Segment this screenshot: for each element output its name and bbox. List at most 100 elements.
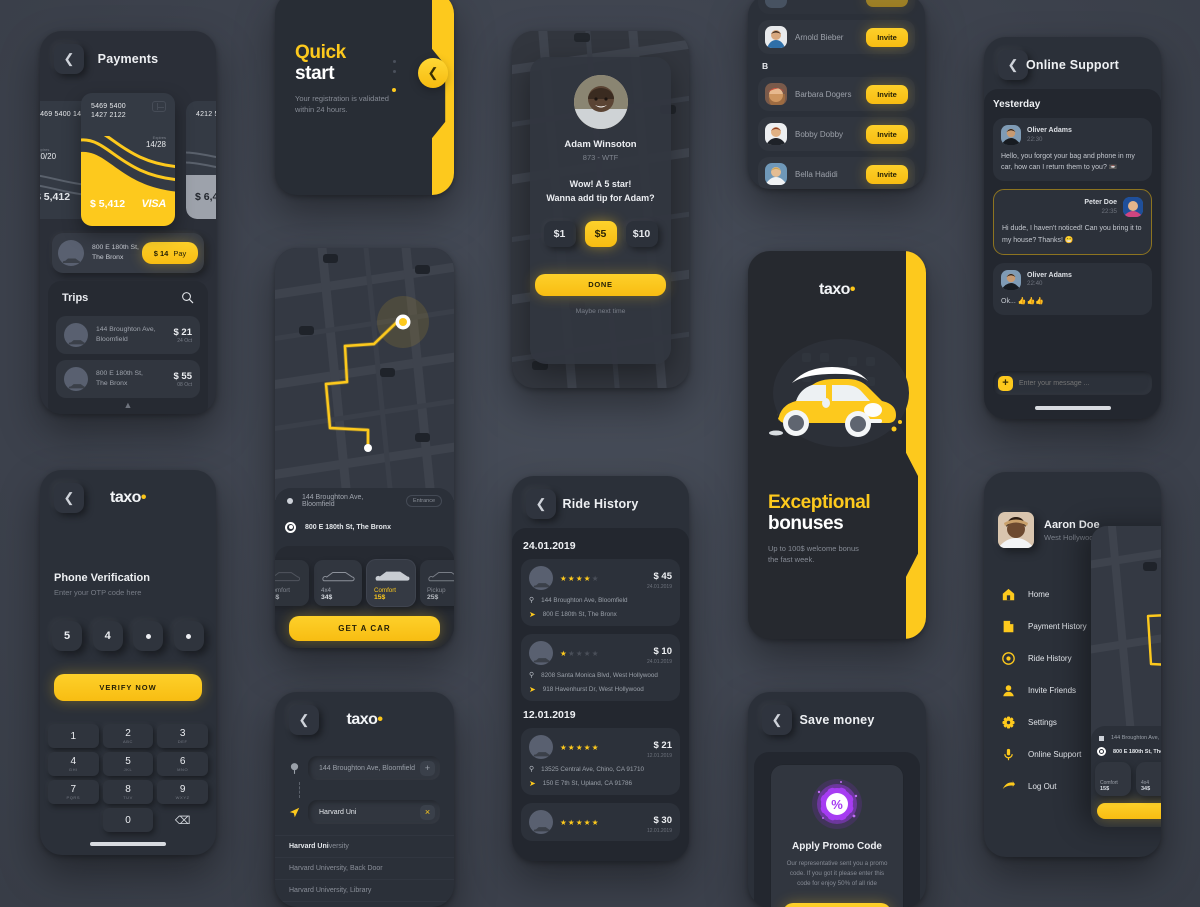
message-input[interactable] (1019, 379, 1147, 387)
chat-message[interactable]: Oliver Adams 22:30 Hello, you forgot you… (993, 118, 1152, 182)
entrance-chip[interactable]: Entrance (405, 495, 442, 507)
back-button[interactable]: ❮ (998, 50, 1028, 80)
key-7[interactable]: 7 PQRS (48, 780, 99, 804)
contact-row[interactable]: Bobby Dobby Invite (758, 117, 915, 151)
onboarding-body: ❮ taxo• (748, 251, 926, 639)
trips-header: Trips (56, 289, 200, 310)
peek-car-tile[interactable]: 4x4 34$ (1136, 762, 1161, 796)
credit-card-active[interactable]: 5469 5400 1427 2122 Expires 14/28 $ 5,41… (81, 93, 175, 226)
message-input-bar[interactable]: + (993, 371, 1152, 395)
navigation-arrow-icon: ➤ (529, 685, 536, 694)
chat-message-own[interactable]: Peter Doe 22:35 Hi dude, I haven't notic… (993, 189, 1152, 255)
key-4[interactable]: 4 GHI (48, 752, 99, 776)
suggestion-item[interactable]: Harvard University, Main Entrance (275, 901, 454, 907)
message-header: Oliver Adams 22:40 (1001, 269, 1144, 290)
close-icon[interactable]: × (420, 804, 435, 820)
otp-digit-1[interactable]: 5 (52, 621, 82, 651)
ride-to: ➤ 800 E 180th St, The Bronx (529, 610, 617, 619)
invite-button[interactable]: Invite (866, 0, 908, 7)
to-field[interactable]: Harvard Uni × (308, 800, 440, 824)
search-icon[interactable] (181, 291, 194, 304)
trip-row[interactable]: 800 E 180th St, The Bronx $ 55 08 Oct (56, 360, 200, 398)
key-5[interactable]: 5 JKL (102, 752, 154, 776)
peek-get-a-car-button[interactable] (1097, 803, 1161, 819)
key-backspace[interactable]: ⌫ (157, 808, 208, 832)
car-type-peek[interactable]: Comfort 15$ (275, 560, 309, 606)
credit-card-carousel[interactable]: 5469 5400 1427 2122 Expires 10/20 $ 5,41… (40, 93, 216, 226)
invite-button[interactable]: Invite (866, 27, 908, 47)
contact-row[interactable]: Barbara Dogers Invite (758, 77, 915, 111)
tip-option-10[interactable]: $10 (625, 220, 658, 247)
peek-car-tile[interactable]: Comfort 15$ (1095, 762, 1131, 796)
verify-now-button[interactable]: VERIFY NOW (54, 674, 202, 701)
car-type-comfort-selected[interactable]: Comfort 15$ (367, 560, 415, 606)
key-1[interactable]: 1 (48, 724, 99, 748)
pay-button[interactable]: $ 14 Pay (142, 242, 198, 264)
key-9[interactable]: 9 WXYZ (157, 780, 208, 804)
map-view[interactable] (275, 248, 454, 519)
car-icon (533, 752, 550, 757)
chat-message[interactable]: Oliver Adams 22:40 Ok... 👍👍👍 (993, 262, 1152, 315)
done-button[interactable]: DONE (535, 273, 666, 296)
trip-row[interactable]: 144 Broughton Ave, Bloomfield $ 21 24 Oc… (56, 316, 200, 354)
skip-link[interactable]: Maybe next time (576, 308, 626, 315)
key-8[interactable]: 8 TUV (102, 780, 154, 804)
back-button[interactable]: ❮ (54, 44, 84, 74)
ride-price: $ 45 24.01.2019 (646, 571, 672, 590)
suggestion-item[interactable]: Harvard University, Back Door (275, 857, 454, 879)
invite-button[interactable]: Invite (866, 84, 908, 104)
ride-row[interactable]: ★★★★★ $ 10 24.01.2019 ⚲ 8208 Santa Monic… (521, 634, 680, 701)
contact-row[interactable]: Arnold Bieber Invite (758, 20, 915, 54)
pager-dot (393, 60, 396, 63)
ride-price: $ 21 12.01.2019 (646, 740, 672, 759)
plus-icon[interactable]: + (420, 760, 435, 776)
from-address-row[interactable]: 144 Broughton Ave, Bloomfield Entrance (275, 488, 454, 514)
avatar-photo (765, 123, 787, 145)
back-button[interactable]: ❮ (526, 489, 556, 519)
plus-icon[interactable]: + (998, 375, 1013, 391)
onboarding-next-button[interactable]: ❮ (418, 58, 448, 88)
get-a-car-button[interactable]: GET A CAR (289, 616, 440, 641)
key-2[interactable]: 2 ABC (102, 724, 154, 748)
avatar-photo (765, 83, 787, 105)
otp-digit-3[interactable] (133, 621, 164, 651)
key-0[interactable]: 0 (102, 808, 154, 832)
ride-date: 24.01.2019 (646, 584, 672, 590)
suggestion-item[interactable]: Harvard University (275, 835, 454, 857)
invite-button[interactable]: Invite (866, 124, 908, 144)
invite-button[interactable]: Invite (866, 164, 908, 184)
verification-header: ❮ taxo• (40, 470, 216, 526)
chevron-up-icon[interactable]: ▲ (56, 400, 200, 410)
message-time: 22:40 (1027, 280, 1043, 288)
ride-row[interactable]: ★★★★★ $ 21 12.01.2019 ⚲ 13525 Central Av… (521, 728, 680, 795)
ride-row[interactable]: ★★★★★ $ 45 24.01.2019 ⚲ 144 Broughton Av… (521, 559, 680, 626)
avatar[interactable] (998, 512, 1034, 548)
car-type-4x4[interactable]: 4x4 34$ (314, 560, 362, 606)
tip-options: $1 $5 $10 (543, 220, 658, 247)
card-footer: $ 6,412 (186, 175, 216, 219)
tip-question-line1: Wow! A 5 star! (569, 179, 632, 189)
contact-row[interactable]: Invite (758, 0, 915, 14)
key-3[interactable]: 3 DEF (157, 724, 208, 748)
promo-title: Apply Promo Code (791, 841, 882, 852)
pending-payment-row[interactable]: 800 E 180th St, The Bronx $ 14 Pay (52, 233, 204, 273)
ride-row[interactable]: ★★★★★ $ 30 12.01.2019 (521, 803, 680, 841)
key-6[interactable]: 6 MNO (157, 752, 208, 776)
from-field[interactable]: 144 Broughton Ave, Bloomfield + (308, 756, 440, 780)
to-address-row[interactable]: 800 E 180th St, The Bronx (275, 514, 454, 540)
gear-icon (1002, 715, 1015, 729)
apply-button[interactable]: APPLY (783, 902, 891, 907)
ride-history-list[interactable]: 24.01.2019 ★★★★★ $ 45 24.01.2019 ⚲ 144 B… (512, 528, 689, 861)
back-button[interactable]: ❮ (762, 705, 792, 735)
contact-row[interactable]: Bella Hadidi Invite (758, 157, 915, 189)
map-peek-panel[interactable]: 144 Broughton Ave, Bloomfield 800 E 180t… (1091, 526, 1161, 827)
tip-option-1[interactable]: $1 (543, 220, 576, 247)
tip-option-5-selected[interactable]: $5 (584, 220, 617, 247)
suggestion-item[interactable]: Harvard University, Library (275, 879, 454, 901)
onboarding-yellow-panel (432, 0, 454, 195)
otp-digit-2[interactable]: 4 (92, 621, 123, 651)
credit-card[interactable]: 4212 5400 1427 2122 $ 6,412 (186, 101, 216, 219)
otp-digit-4[interactable] (173, 621, 204, 651)
trip-address: 800 E 180th St, The Bronx (96, 369, 174, 389)
car-type-pickup[interactable]: Pickup 25$ (420, 560, 454, 606)
